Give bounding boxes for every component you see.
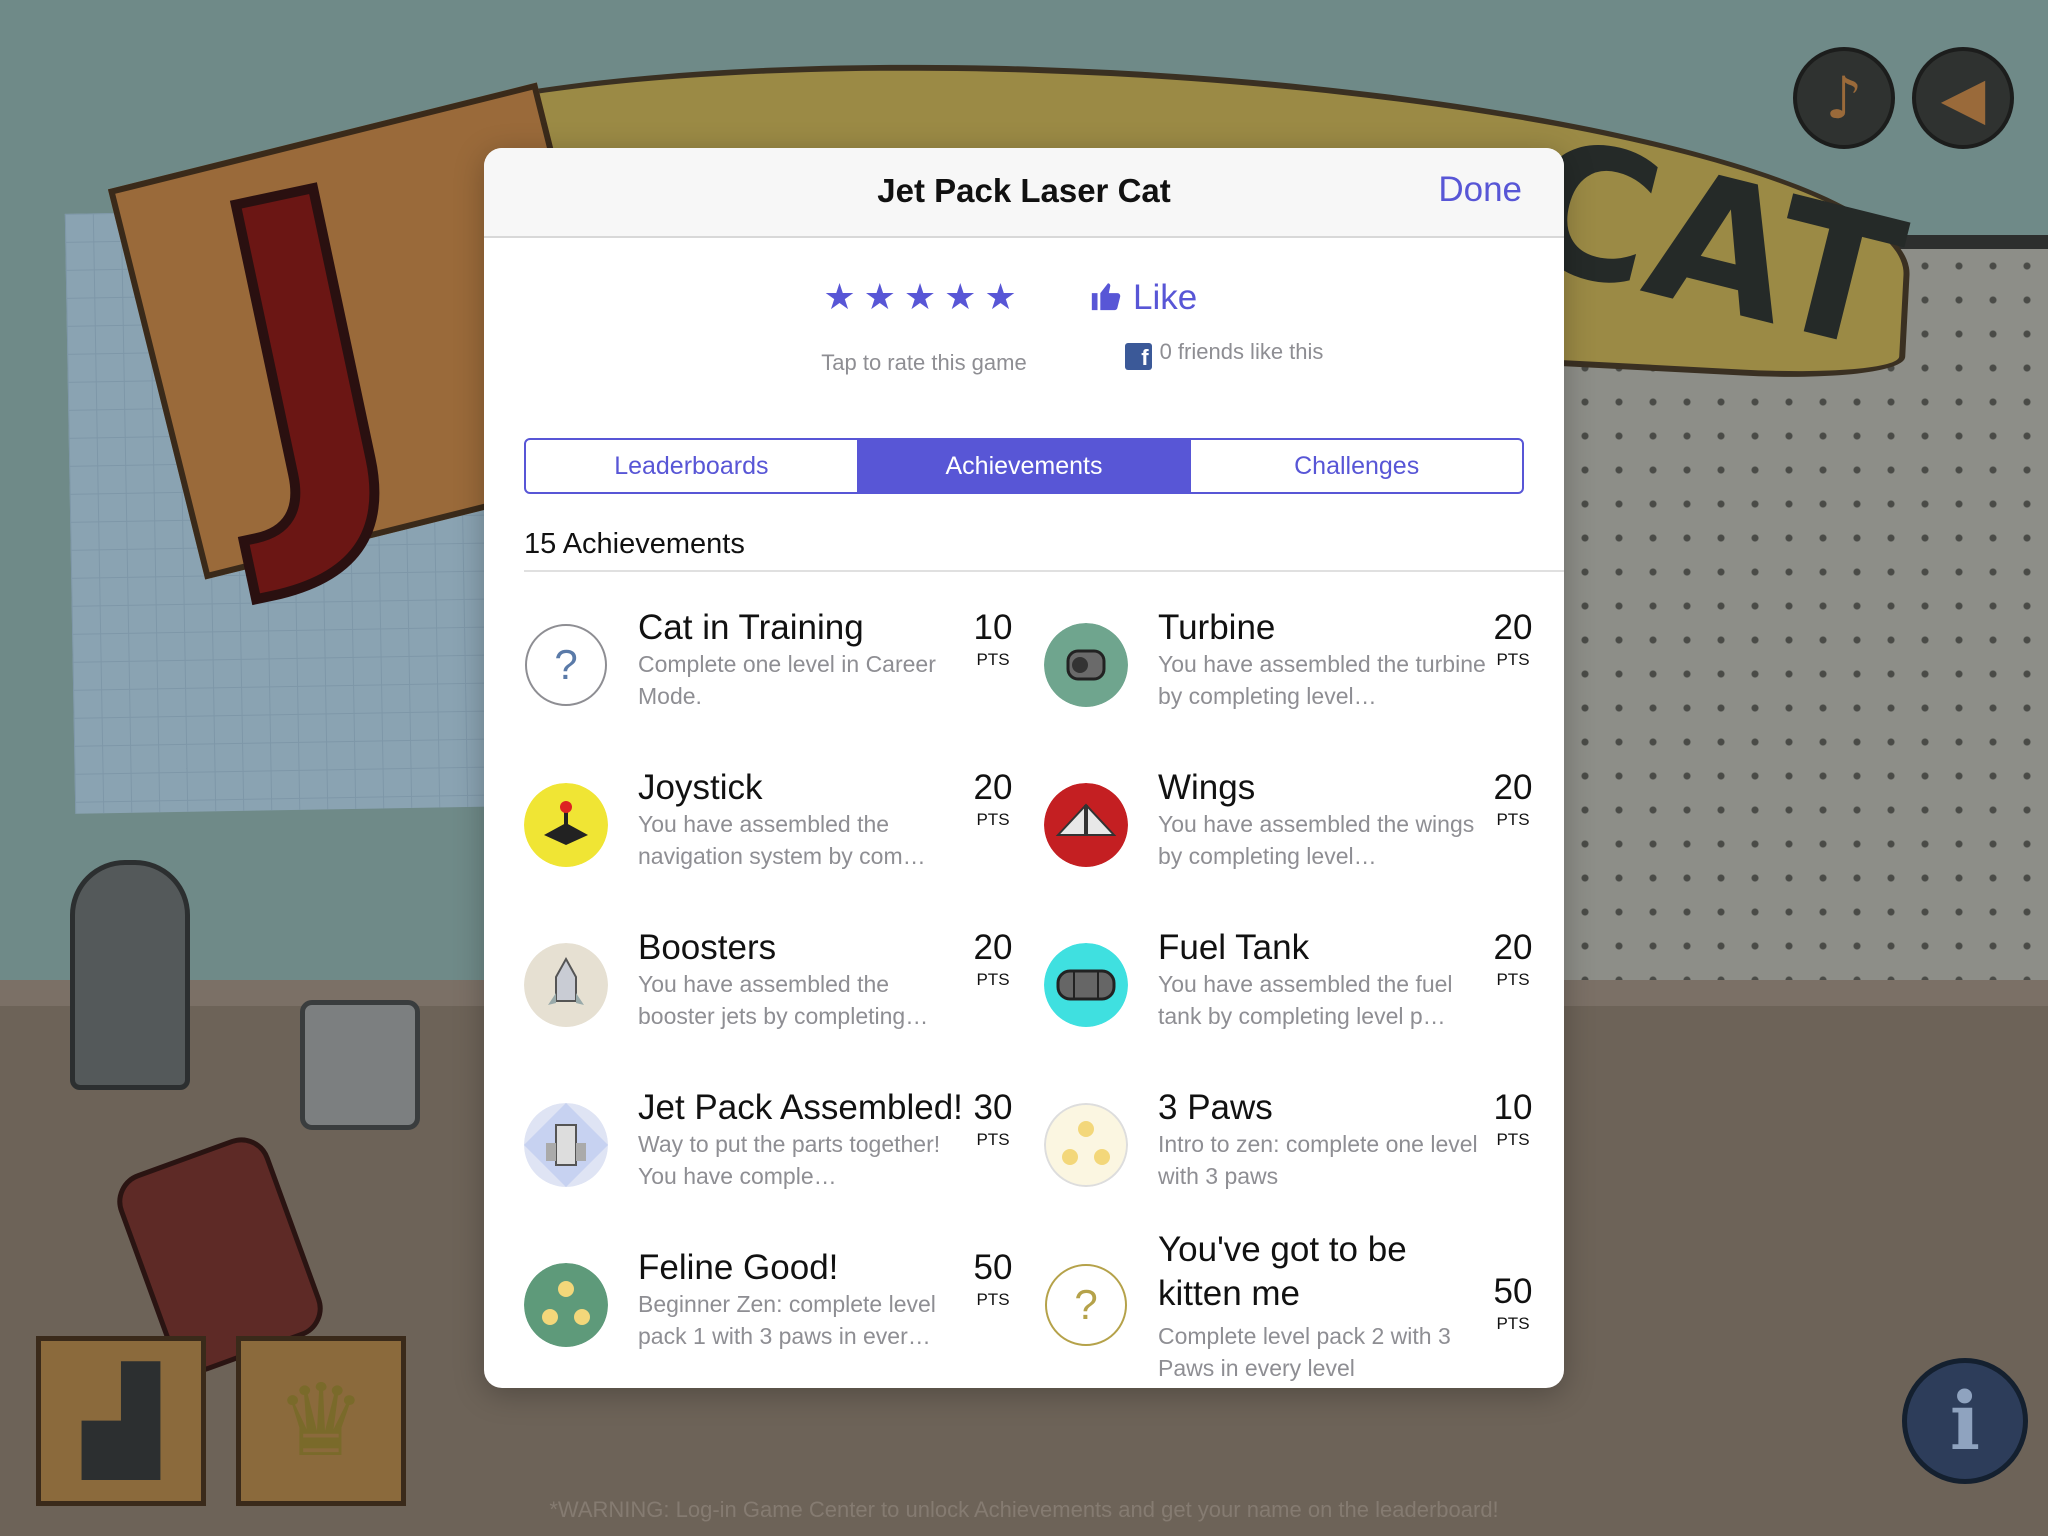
achievement-points: 10 [973, 608, 1013, 647]
rocket-prop [70, 860, 190, 1090]
facebook-icon: f [1124, 343, 1152, 370]
points-unit: PTS [976, 1130, 1010, 1149]
achievement-name: 3 Paws [1158, 1088, 1273, 1127]
points-unit: PTS [976, 810, 1010, 829]
achievement-name: Boosters [638, 928, 777, 967]
music-note-icon: ♪ [1825, 64, 1863, 132]
achievement-description: Complete level pack 2 with 3 Paws in eve… [1158, 1323, 1451, 1381]
achievement-3-paws[interactable]: 3 Paws Intro to zen: complete one level … [1044, 1088, 1544, 1238]
achievement-jet-pack-assembled[interactable]: Jet Pack Assembled! Way to put the parts… [524, 1088, 1024, 1238]
music-toggle-button[interactable]: ♪ [1793, 47, 1895, 149]
achievement-points: 50 [1493, 1272, 1533, 1311]
achievement-turbine[interactable]: Turbine You have assembled the turbine b… [1044, 608, 1544, 758]
achievement-name: Fuel Tank [1158, 928, 1310, 967]
game-center-sheet: Jet Pack Laser Cat Done ★★★★★ Tap to rat… [484, 148, 1564, 1388]
achievement-description: Complete one level in Career Mode. [638, 651, 936, 709]
achievement-description: You have assembled the fuel tank by comp… [1158, 971, 1453, 1029]
achievement-name: Cat in Training [638, 608, 864, 647]
friends-like-text: f 0 friends like this [1054, 339, 1394, 370]
achievement-joystick[interactable]: Joystick You have assembled the navigati… [524, 768, 1024, 918]
svg-text:?: ? [1074, 1281, 1097, 1328]
achievement-points: 20 [1493, 608, 1533, 647]
info-button[interactable]: i [1902, 1358, 2028, 1484]
achievement-feline-good[interactable]: Feline Good! Beginner Zen: complete leve… [524, 1248, 1024, 1388]
tab-leaderboards[interactable]: Leaderboards [526, 440, 859, 492]
rating-area[interactable]: ★★★★★ Tap to rate this game [794, 276, 1054, 376]
question-icon: ? [524, 623, 608, 707]
achievement-name: Feline Good! [638, 1248, 839, 1287]
leaderboard-button[interactable]: ▟ [36, 1336, 206, 1506]
paws-icon [1044, 1103, 1128, 1187]
points-unit: PTS [1496, 1314, 1530, 1333]
achievement-points: 20 [973, 768, 1013, 807]
tab-achievements[interactable]: Achievements [858, 440, 1192, 492]
achievement-fuel-tank[interactable]: Fuel Tank You have assembled the fuel ta… [1044, 928, 1544, 1078]
achievement-wings[interactable]: Wings You have assembled the wings by co… [1044, 768, 1544, 918]
tab-challenges[interactable]: Challenges [1191, 440, 1522, 492]
joystick-icon [524, 783, 608, 867]
achievement-description: Beginner Zen: complete level pack 1 with… [638, 1291, 936, 1349]
achievement-kitten-me[interactable]: ? You've got to be kitten me Complete le… [1044, 1228, 1544, 1388]
star-rating[interactable]: ★★★★★ [794, 276, 1054, 318]
achievement-name: Turbine [1158, 608, 1276, 647]
points-unit: PTS [1496, 970, 1530, 989]
sound-toggle-button[interactable]: ◀ [1912, 47, 2014, 149]
question-gold-icon: ? [1044, 1263, 1128, 1347]
achievement-name: You've got to be kitten me [1158, 1230, 1407, 1313]
achievement-name: Wings [1158, 768, 1256, 807]
achievement-description: You have assembled the wings by completi… [1158, 811, 1475, 869]
points-unit: PTS [1496, 650, 1530, 669]
like-button[interactable]: Like [1089, 278, 1197, 318]
piston-prop [300, 1000, 420, 1130]
wings-icon [1044, 783, 1128, 867]
divider [524, 570, 1564, 572]
achievement-description: You have assembled the booster jets by c… [638, 971, 929, 1029]
achievement-boosters[interactable]: Boosters You have assembled the booster … [524, 928, 1024, 1078]
points-unit: PTS [1496, 1130, 1530, 1149]
achievement-points: 20 [973, 928, 1013, 967]
achievement-cat-in-training[interactable]: ? Cat in Training Complete one level in … [524, 608, 1024, 758]
points-unit: PTS [1496, 810, 1530, 829]
achievement-description: Way to put the parts together! You have … [638, 1131, 941, 1189]
friends-label: 0 friends like this [1159, 339, 1324, 364]
sheet-header: Jet Pack Laser Cat Done [484, 148, 1564, 238]
thumbs-up-icon [1091, 283, 1121, 311]
paws-green-icon [524, 1263, 608, 1347]
booster-icon [524, 943, 608, 1027]
speaker-icon: ◀ [1940, 64, 1986, 132]
achievement-description: Intro to zen: complete one level with 3 … [1158, 1131, 1478, 1189]
turbine-icon [1044, 623, 1128, 707]
achievement-name: Joystick [638, 768, 763, 807]
achievement-description: You have assembled the turbine by comple… [1158, 651, 1486, 709]
svg-text:?: ? [554, 641, 577, 688]
achievement-description: You have assembled the navigation system… [638, 811, 926, 869]
achievement-points: 50 [973, 1248, 1013, 1287]
podium-icon: ▟ [82, 1362, 160, 1479]
fuel-tank-icon [1044, 943, 1128, 1027]
trophy-icon: ♛ [276, 1362, 366, 1479]
warning-text: *WARNING: Log-in Game Center to unlock A… [549, 1497, 1499, 1522]
trophy-button[interactable]: ♛ [236, 1336, 406, 1506]
points-unit: PTS [976, 970, 1010, 989]
achievement-points: 20 [1493, 928, 1533, 967]
points-unit: PTS [976, 650, 1010, 669]
sheet-title: Jet Pack Laser Cat [877, 172, 1171, 209]
like-label: Like [1133, 278, 1198, 317]
done-button[interactable]: Done [1438, 170, 1522, 210]
jet-pack-icon [524, 1103, 608, 1187]
achievements-count: 15 Achievements [524, 528, 745, 560]
points-unit: PTS [976, 1290, 1010, 1309]
segmented-tabs: Leaderboards Achievements Challenges [524, 438, 1524, 494]
rate-label: Tap to rate this game [821, 350, 1027, 375]
achievement-points: 10 [1493, 1088, 1533, 1127]
achievement-name: Jet Pack Assembled! [638, 1088, 963, 1127]
info-icon: i [1949, 1374, 1981, 1468]
achievement-points: 30 [973, 1088, 1013, 1127]
achievement-points: 20 [1493, 768, 1533, 807]
